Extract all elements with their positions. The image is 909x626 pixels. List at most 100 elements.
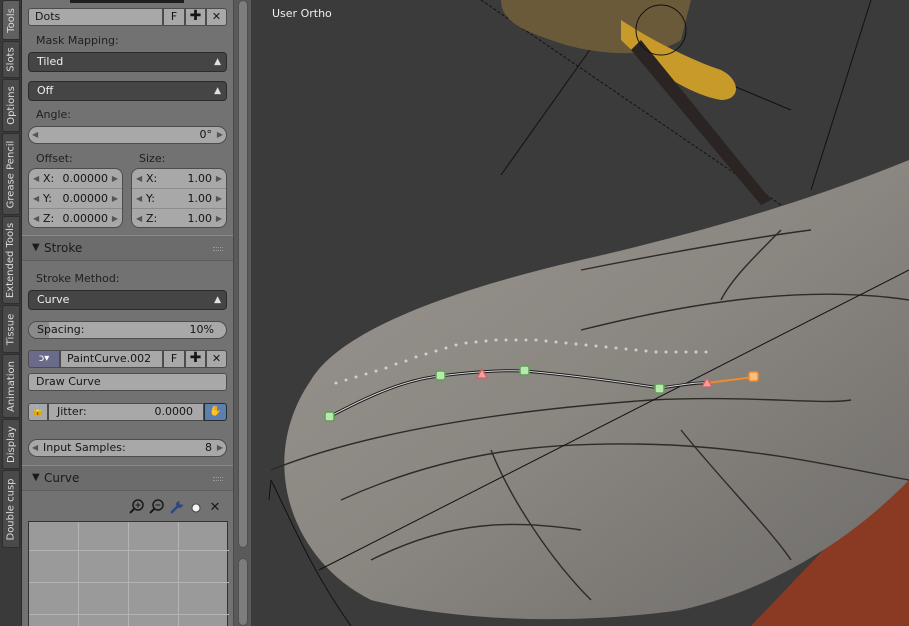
viewport-view-label: User Ortho — [272, 7, 332, 20]
axis-label: X: — [146, 172, 158, 185]
tab-display[interactable]: Display — [2, 419, 20, 469]
3d-viewport[interactable]: User Ortho — [251, 0, 909, 626]
right-arrow-icon: ▶ — [216, 130, 223, 139]
stroke-method-dropdown[interactable]: Curve ▲ — [28, 290, 227, 310]
spacing-label: Spacing: — [37, 323, 85, 336]
angle-field[interactable]: ◀ 0° ▶ — [28, 126, 227, 144]
grid-line — [29, 550, 229, 551]
updown-arrow-icon: ▲ — [214, 295, 221, 305]
collapse-triangle-icon: ▼ — [32, 242, 40, 253]
close-icon[interactable]: ✕ — [206, 8, 227, 26]
jitter-field[interactable]: Jitter: 0.0000 — [48, 403, 204, 421]
close-icon[interactable]: ✕ — [206, 499, 224, 517]
scrollbar-lower-thumb[interactable] — [238, 558, 248, 626]
insect-head — [501, 0, 771, 205]
curve-point[interactable] — [654, 383, 665, 394]
right-arrow-icon: ▶ — [215, 174, 222, 183]
right-arrow-icon: ▶ — [215, 214, 222, 223]
draw-curve-button[interactable]: Draw Curve — [28, 373, 227, 391]
size-x-value: 1.00 — [187, 172, 213, 185]
fake-user-button[interactable]: F — [163, 350, 185, 368]
panel-title: Stroke — [44, 241, 83, 255]
left-arrow-icon: ◀ — [33, 194, 40, 203]
tab-options[interactable]: Options — [2, 79, 20, 132]
panel-scrollbar[interactable] — [233, 0, 251, 626]
stroke-method-label: Stroke Method: — [36, 272, 120, 285]
size-x-field[interactable]: ◀ X: 1.00 ▶ — [132, 169, 226, 189]
size-fields: ◀ X: 1.00 ▶ ◀ Y: 1.00 ▶ ◀ Z: 1.00 ▶ — [131, 168, 227, 228]
curve-graph[interactable] — [28, 521, 229, 626]
close-icon[interactable]: ✕ — [206, 350, 227, 368]
tab-tools[interactable]: Tools — [2, 0, 20, 40]
plus-icon[interactable]: ✚ — [185, 8, 206, 26]
wing-mesh — [284, 160, 909, 620]
viewport-scene — [268, 0, 909, 626]
paint-curve-browse-icon[interactable]: ↄ▾ — [28, 350, 60, 368]
tab-extended-tools[interactable]: Extended Tools — [2, 216, 20, 304]
zoom-in-icon[interactable] — [128, 499, 146, 517]
offset-x-field[interactable]: ◀ X: 0.00000 ▶ — [29, 169, 122, 189]
random-mode-dropdown[interactable]: Off ▲ — [28, 81, 227, 101]
spacing-slider[interactable]: Spacing: 10% — [28, 321, 227, 339]
texture-preview-edge — [70, 0, 184, 3]
tool-panel: Dots F ✚ ✕ Mask Mapping: Tiled ▲ Off ▲ A… — [22, 0, 233, 626]
input-samples-field[interactable]: ◀ Input Samples: 8 ▶ — [28, 439, 227, 457]
left-arrow-icon: ◀ — [136, 194, 143, 203]
dot-icon[interactable] — [187, 499, 205, 517]
angle-value: 0° — [199, 128, 213, 141]
jitter-value: 0.0000 — [154, 405, 194, 418]
tab-animation[interactable]: Animation — [2, 354, 20, 418]
wrench-icon[interactable] — [168, 499, 186, 517]
panel-title: Curve — [44, 471, 80, 485]
tab-double-cusp[interactable]: Double cusp — [2, 470, 20, 548]
pressure-icon[interactable]: ✋ — [204, 403, 227, 421]
plus-icon[interactable]: ✚ — [185, 350, 206, 368]
tab-label: Display — [5, 425, 17, 463]
stroke-panel-header[interactable]: ▼ Stroke — [22, 235, 233, 261]
dropdown-value: Curve — [37, 293, 70, 306]
texture-name-field[interactable]: Dots — [28, 8, 163, 26]
tab-label: Grease Pencil — [5, 140, 17, 208]
mask-mapping-dropdown[interactable]: Tiled ▲ — [28, 52, 227, 72]
tab-tissue[interactable]: Tissue — [2, 305, 20, 353]
offset-fields: ◀ X: 0.00000 ▶ ◀ Y: 0.00000 ▶ ◀ Z: 0.00000 ▶ — [28, 168, 123, 228]
input-samples-value: 8 — [205, 441, 212, 454]
left-arrow-icon: ◀ — [136, 214, 143, 223]
paint-curve-name-field[interactable]: PaintCurve.002 — [60, 350, 163, 368]
updown-arrow-icon: ▲ — [214, 57, 221, 67]
fake-user-button[interactable]: F — [163, 8, 185, 26]
lock-icon[interactable]: 🔒 — [28, 403, 48, 421]
curve-point[interactable] — [519, 365, 530, 376]
tab-label: Double cusp — [5, 477, 17, 541]
right-arrow-icon: ▶ — [111, 174, 118, 183]
zoom-out-icon[interactable] — [148, 499, 166, 517]
left-arrow-icon: ◀ — [33, 174, 40, 183]
right-arrow-icon: ▶ — [111, 194, 118, 203]
dropdown-value: Tiled — [37, 55, 64, 68]
grid-line — [29, 614, 229, 615]
angle-label: Angle: — [36, 108, 72, 121]
curve-point[interactable] — [324, 411, 335, 422]
tab-label: Options — [5, 86, 17, 125]
axis-label: Z: — [146, 212, 158, 225]
input-samples-label: Input Samples: — [43, 441, 126, 454]
grid-line — [178, 522, 179, 626]
size-y-field[interactable]: ◀ Y: 1.00 ▶ — [132, 189, 226, 209]
curve-panel-header[interactable]: ▼ Curve — [22, 465, 233, 491]
curve-point[interactable] — [435, 370, 446, 381]
tab-grease-pencil[interactable]: Grease Pencil — [2, 133, 20, 215]
drag-grip-icon[interactable] — [213, 477, 223, 481]
updown-arrow-icon: ▲ — [214, 86, 221, 96]
size-z-field[interactable]: ◀ Z: 1.00 ▶ — [132, 209, 226, 227]
left-arrow-icon: ◀ — [32, 130, 39, 139]
offset-z-field[interactable]: ◀ Z: 0.00000 ▶ — [29, 209, 122, 227]
jitter-label: Jitter: — [57, 405, 87, 418]
offset-y-field[interactable]: ◀ Y: 0.00000 ▶ — [29, 189, 122, 209]
tab-label: Slots — [5, 47, 17, 72]
drag-grip-icon[interactable] — [213, 247, 223, 251]
active-curve-point[interactable] — [748, 371, 759, 382]
scrollbar-thumb[interactable] — [238, 0, 248, 548]
tab-slots[interactable]: Slots — [2, 41, 20, 78]
size-label: Size: — [139, 152, 166, 165]
tab-label: Extended Tools — [5, 222, 17, 298]
